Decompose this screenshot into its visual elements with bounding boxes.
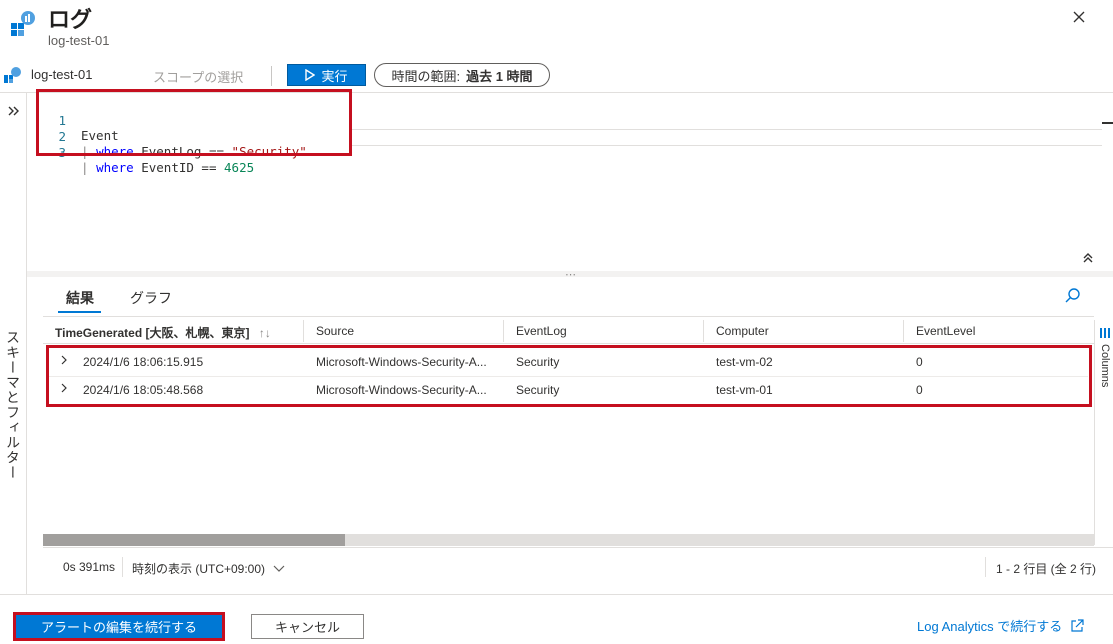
close-icon <box>1073 11 1085 23</box>
search-icon <box>1065 288 1080 303</box>
columns-panel-toggle[interactable]: Columns <box>1094 320 1113 545</box>
editor-scroll-marker <box>1102 122 1113 124</box>
results-highlight-box <box>46 345 1092 407</box>
code-text: | where EventID == 4625 <box>81 160 254 175</box>
close-button[interactable] <box>1068 6 1090 28</box>
column-divider[interactable] <box>703 320 704 342</box>
active-tab-indicator <box>58 311 101 313</box>
play-icon <box>305 69 316 81</box>
footer-border <box>0 594 1113 595</box>
columns-label: Columns <box>1099 344 1111 388</box>
time-range-button[interactable]: 時間の範囲: 過去 1 時間 <box>374 63 550 87</box>
search-results-button[interactable] <box>1064 287 1082 305</box>
continue-in-log-analytics-link[interactable]: Log Analytics で続行する <box>917 616 1084 635</box>
collapse-editor-button[interactable] <box>1080 250 1096 266</box>
editor-current-line <box>352 129 1102 130</box>
column-header-timegenerated[interactable]: TimeGenerated [大阪、札幌、東京] ↑↓ <box>55 324 271 341</box>
time-range-value: 過去 1 時間 <box>466 68 533 84</box>
code-pipe: | <box>81 160 97 175</box>
column-header-label: TimeGenerated [大阪、札幌、東京] <box>55 326 250 340</box>
editor-current-line-bottom <box>352 145 1102 146</box>
external-link-icon <box>1071 618 1084 632</box>
schema-filter-label[interactable]: スキーマとフィルター <box>3 330 23 480</box>
sort-icon[interactable]: ↑↓ <box>259 326 271 340</box>
query-duration: 0s 391ms <box>63 560 116 574</box>
log-analytics-icon <box>10 10 36 36</box>
column-header-source[interactable]: Source <box>316 324 354 338</box>
tab-results[interactable]: 結果 <box>66 288 94 308</box>
link-label: Log Analytics で続行する <box>917 619 1063 634</box>
table-header-border <box>43 343 1094 344</box>
column-divider[interactable] <box>903 320 904 342</box>
run-label: 実行 <box>321 68 348 84</box>
columns-icon <box>1100 328 1110 338</box>
code-keyword: where <box>96 160 134 175</box>
timezone-dropdown[interactable]: 時刻の表示 (UTC+09:00) <box>132 560 285 577</box>
expand-sidebar-button[interactable] <box>6 103 22 119</box>
tabs-border <box>43 316 1094 317</box>
status-divider <box>122 557 123 577</box>
continue-editing-alert-button[interactable]: アラートの編集を続行する <box>13 612 225 641</box>
select-scope-button[interactable]: スコープの選択 <box>153 67 243 86</box>
column-divider[interactable] <box>303 320 304 342</box>
page-title: ログ <box>48 7 93 32</box>
table-bottom-border <box>43 547 1113 548</box>
status-divider <box>985 557 986 577</box>
code-number: 4625 <box>224 160 255 175</box>
column-header-eventlevel[interactable]: EventLevel <box>916 324 975 338</box>
double-chevron-right-icon <box>8 106 19 116</box>
query-highlight-box <box>36 89 352 156</box>
row-count: 1 - 2 行目 (全 2 行) <box>996 562 1097 576</box>
column-header-computer[interactable]: Computer <box>716 324 769 338</box>
toolbar-divider <box>271 66 272 86</box>
horizontal-scrollbar-thumb[interactable] <box>43 534 345 546</box>
code-field: EventID == <box>133 160 225 175</box>
workspace-icon <box>4 67 22 83</box>
page-subtitle: log-test-01 <box>48 33 110 48</box>
scope-name: log-test-01 <box>31 67 93 82</box>
double-chevron-up-icon <box>1083 253 1093 263</box>
chevron-down-icon <box>273 565 285 572</box>
tab-chart[interactable]: グラフ <box>130 288 172 308</box>
column-header-eventlog[interactable]: EventLog <box>516 324 567 338</box>
cancel-button[interactable]: キャンセル <box>251 614 364 639</box>
column-divider[interactable] <box>503 320 504 342</box>
timezone-label: 時刻の表示 (UTC+09:00) <box>132 562 266 576</box>
splitter-grip-icon: ⋯ <box>565 269 576 281</box>
time-range-label: 時間の範囲: <box>391 68 461 84</box>
run-button[interactable]: 実行 <box>287 64 366 86</box>
